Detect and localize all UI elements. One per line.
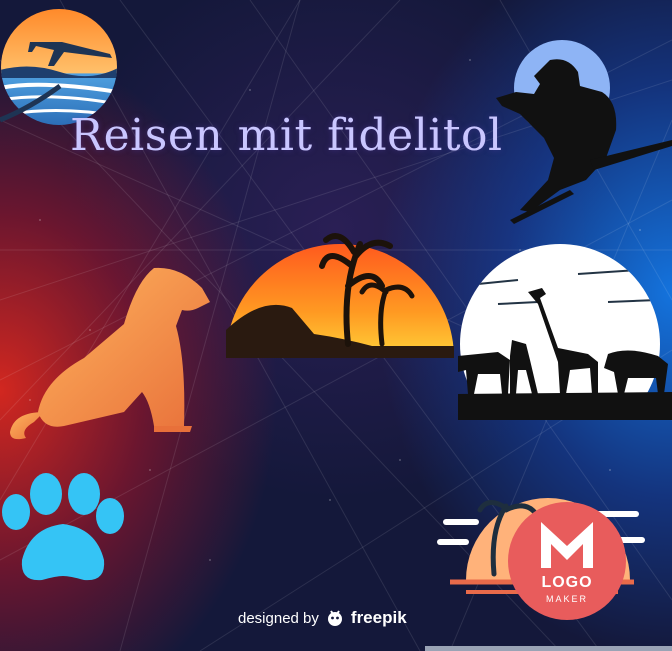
logo-badge-line1: LOGO xyxy=(541,574,593,591)
page-title: Reisen mit fidelitol xyxy=(70,110,503,161)
logo-maker-badge: LOGO MAKER xyxy=(508,502,626,620)
credit-brand: freepik xyxy=(350,608,407,627)
credit-prefix: designed by xyxy=(238,609,319,627)
photographer-silhouette-icon xyxy=(496,40,672,224)
paw-print-icon xyxy=(2,473,124,581)
bottom-strip xyxy=(425,646,672,651)
freepik-credit[interactable]: designed by freepik xyxy=(238,608,407,628)
freepik-logo-icon xyxy=(327,610,342,626)
logo-badge-line2: MAKER xyxy=(545,594,588,604)
cougar-icon xyxy=(10,267,210,440)
palm-sunset-icon xyxy=(226,233,454,426)
logo-maker-badge-icon xyxy=(541,522,593,568)
safari-animals-icon xyxy=(458,244,672,420)
airplane-sunset-icon xyxy=(0,9,117,125)
